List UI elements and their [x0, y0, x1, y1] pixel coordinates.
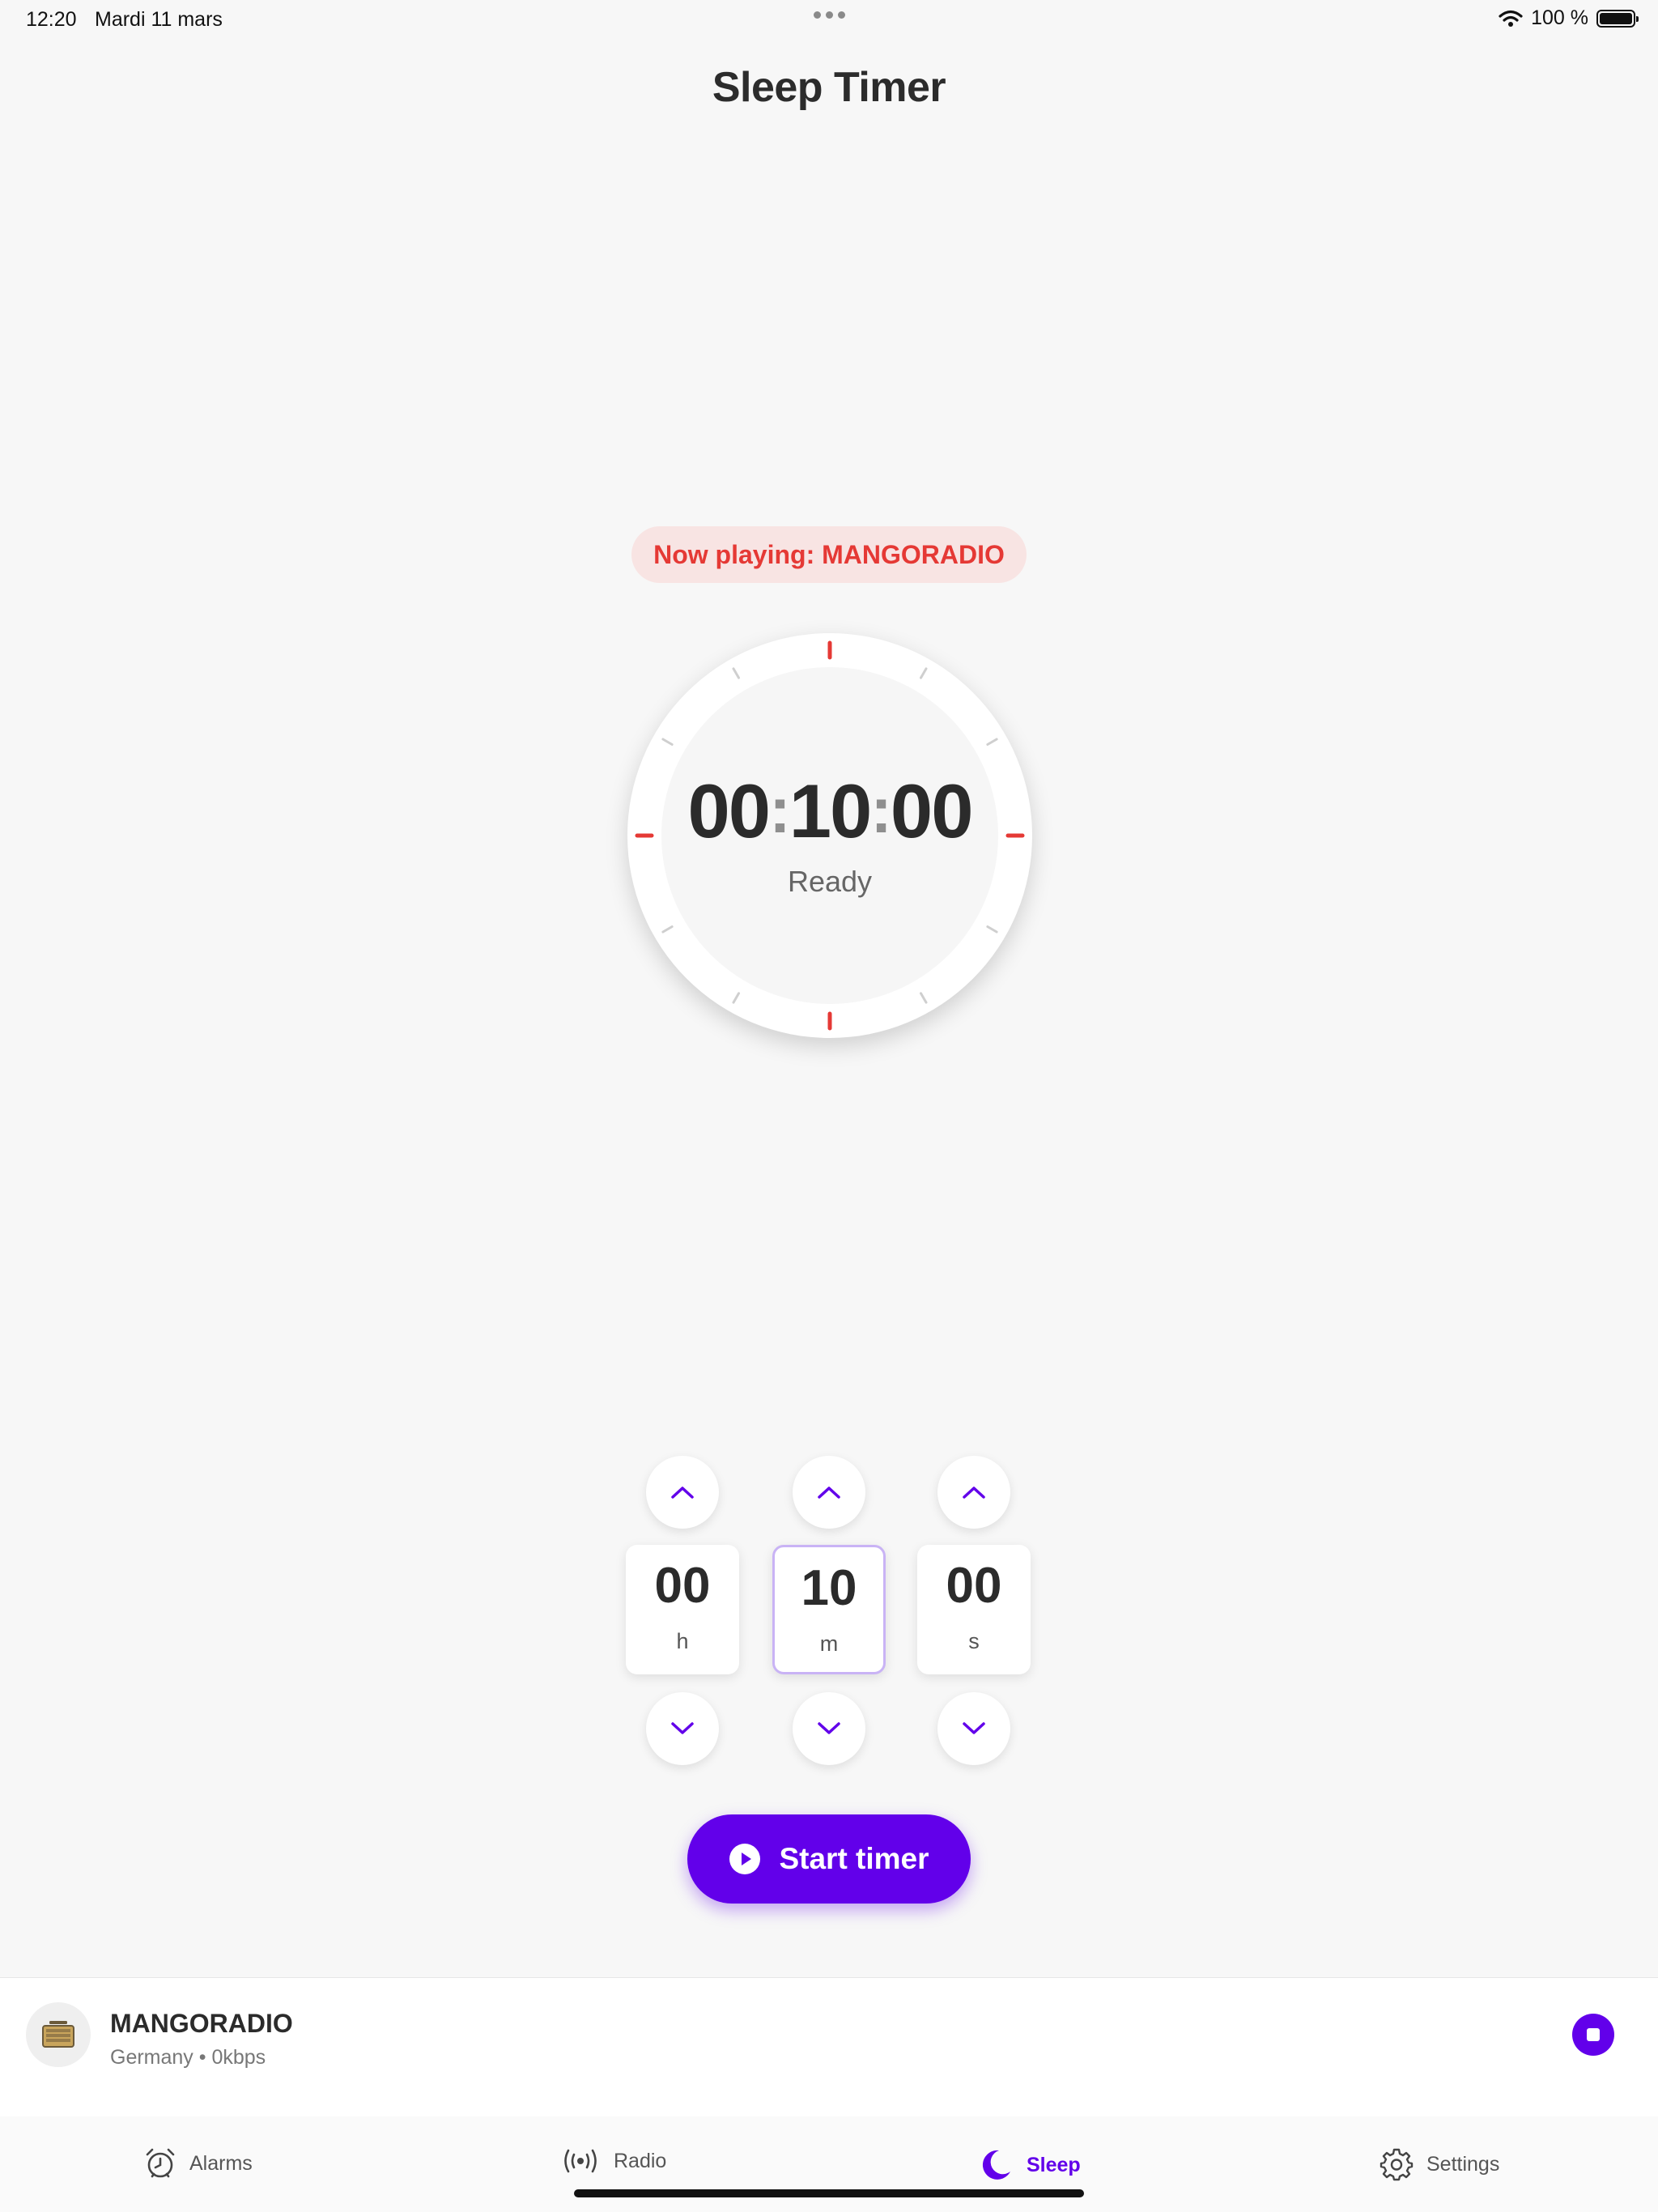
alarm-clock-icon: [146, 2148, 175, 2178]
home-indicator: [574, 2189, 1084, 2197]
dial-minor-tick: [661, 738, 674, 746]
seconds-decrement-button[interactable]: [937, 1692, 1010, 1765]
start-timer-button[interactable]: Start timer: [687, 1814, 971, 1904]
play-circle-icon: [729, 1844, 761, 1874]
tab-alarms[interactable]: Alarms: [144, 2147, 253, 2180]
dial-minor-tick: [661, 925, 674, 934]
tab-radio[interactable]: Radio: [560, 2147, 666, 2175]
moon-icon: [982, 2150, 1010, 2180]
battery-percentage: 100 %: [1531, 6, 1588, 29]
tab-alarms-label: Alarms: [189, 2151, 253, 2175]
tab-settings-label: Settings: [1426, 2152, 1500, 2176]
hours-unit-label: h: [676, 1629, 689, 1653]
minutes-unit-label: m: [819, 1631, 839, 1656]
wifi-icon: [1499, 10, 1523, 27]
tab-sleep-label: Sleep: [1027, 2153, 1081, 2176]
chevron-down-icon: [818, 1722, 840, 1734]
seconds-picker[interactable]: 00 s: [917, 1545, 1031, 1674]
tab-sleep[interactable]: Sleep: [978, 2147, 1081, 2183]
station-artwork: [26, 2002, 91, 2067]
seconds-value: 00: [946, 1558, 1002, 1614]
hours-value: 00: [654, 1558, 711, 1614]
countdown-minutes: 10: [789, 768, 873, 853]
stop-button[interactable]: [1572, 2014, 1614, 2056]
dial-minor-tick: [732, 992, 740, 1004]
dial-minor-tick: [920, 667, 928, 679]
dial-minor-tick: [920, 992, 928, 1004]
status-date: Mardi 11 mars: [95, 8, 223, 31]
minutes-value: 10: [801, 1560, 857, 1616]
minutes-decrement-button[interactable]: [793, 1692, 865, 1765]
seconds-unit-label: s: [968, 1629, 980, 1653]
countdown-colon: :: [870, 774, 892, 846]
countdown-colon: :: [769, 774, 791, 846]
countdown-display: 00:10:00: [627, 768, 1032, 855]
chevron-down-icon: [671, 1722, 694, 1734]
status-time: 12:20: [26, 8, 77, 31]
page-title: Sleep Timer: [712, 64, 946, 111]
dial-minor-tick: [986, 738, 998, 746]
dial-minor-tick: [986, 925, 998, 934]
hours-decrement-button[interactable]: [646, 1692, 719, 1765]
station-name: MANGORADIO: [110, 2009, 293, 2038]
chevron-down-icon: [963, 1722, 985, 1734]
gear-icon: [1380, 2148, 1414, 2181]
countdown-hours: 00: [687, 768, 772, 853]
chevron-up-icon: [818, 1487, 840, 1499]
tab-settings[interactable]: Settings: [1380, 2147, 1499, 2181]
hours-picker[interactable]: 00 h: [626, 1545, 739, 1674]
countdown-seconds: 00: [890, 768, 974, 853]
minutes-picker[interactable]: 10 m: [772, 1545, 886, 1674]
status-indicators: 100 %: [1499, 6, 1639, 30]
multitasking-dots-icon[interactable]: [810, 11, 848, 24]
start-timer-label: Start timer: [779, 1842, 929, 1875]
radio-icon: [42, 2021, 74, 2048]
battery-icon: [1596, 9, 1639, 28]
hours-increment-button[interactable]: [646, 1456, 719, 1529]
stop-icon: [1587, 2028, 1600, 2041]
minutes-increment-button[interactable]: [793, 1456, 865, 1529]
broadcast-icon: [564, 2149, 597, 2173]
station-details: Germany • 0kbps: [110, 2046, 266, 2069]
chevron-up-icon: [963, 1487, 985, 1499]
seconds-increment-button[interactable]: [937, 1456, 1010, 1529]
tab-bar: Alarms Radio Sleep Settings: [0, 2116, 1658, 2212]
dial-minor-tick: [732, 667, 740, 679]
mini-player[interactable]: MANGORADIO Germany • 0kbps: [0, 1977, 1658, 2117]
now-playing-badge: Now playing: MANGORADIO: [631, 526, 1027, 583]
timer-status: Ready: [787, 865, 873, 898]
tab-radio-label: Radio: [614, 2149, 667, 2172]
chevron-up-icon: [671, 1487, 694, 1499]
